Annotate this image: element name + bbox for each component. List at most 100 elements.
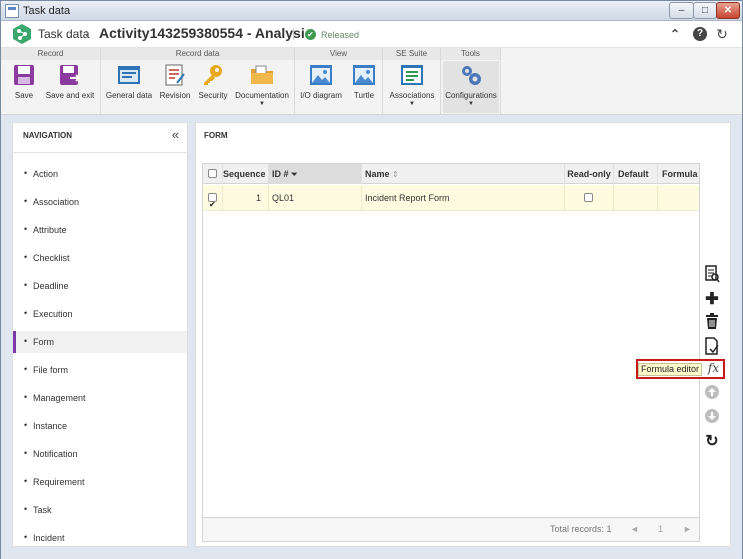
next-page-icon[interactable]: ► [683, 524, 692, 534]
save-icon [14, 65, 34, 85]
nav-item-file-form[interactable]: • File form [13, 359, 187, 381]
revision-icon [165, 64, 185, 86]
nav-item-attribute[interactable]: • Attribute [13, 219, 187, 241]
save-and-exit-button[interactable]: Save and exit [45, 63, 95, 100]
close-button[interactable]: ✕ [716, 2, 740, 19]
general-data-button[interactable]: General data [105, 63, 153, 100]
nav-item-deadline[interactable]: • Deadline [13, 275, 187, 297]
page-number: 1 [658, 524, 664, 534]
formula-editor-icon[interactable]: fx [704, 361, 723, 377]
dropdown-arrow-icon: ▼ [409, 101, 415, 107]
nav-item-incident[interactable]: • Incident [13, 527, 187, 549]
formula-editor-highlight: Formula editor fx [636, 359, 725, 379]
move-down-button[interactable] [701, 408, 723, 428]
grid-footer: Total records: 1 ◄ 1 ► [203, 517, 699, 541]
application-window: Task data – □ ✕ Task data › Activity1432… [0, 0, 743, 559]
io-diagram-icon [310, 65, 332, 85]
column-default[interactable]: Default [614, 164, 658, 184]
nav-item-execution[interactable]: • Execution [13, 303, 187, 325]
page-title: Activity143259380554 - Analysis [99, 25, 313, 41]
breadcrumb-separator-icon: › [85, 25, 90, 40]
cell-default [614, 185, 658, 211]
total-records: Total records: 1 [550, 524, 612, 534]
collapse-header-icon[interactable]: ⌃ [668, 27, 682, 41]
io-diagram-button[interactable]: I/O diagram [299, 63, 343, 100]
nav-item-task[interactable]: • Task [13, 499, 187, 521]
sort-icon: ⇕ [392, 170, 399, 179]
turtle-button[interactable]: Turtle [349, 63, 379, 100]
cell-name: Incident Report Form [362, 185, 565, 211]
dropdown-arrow-icon: ▼ [468, 101, 474, 107]
page-header: Task data › Activity143259380554 - Analy… [1, 21, 742, 48]
status-badge: Released [321, 30, 360, 40]
cell-id: QL01 [269, 185, 362, 211]
form-panel-title: FORM [204, 131, 228, 140]
edit-record-icon [705, 337, 719, 355]
previous-page-icon[interactable]: ◄ [630, 524, 639, 534]
column-sequence[interactable]: Sequence [223, 164, 269, 184]
ribbon-group-view: View I/O diagram Turtle [295, 48, 383, 115]
grid-header: Sequence ID # ⏷ Name ⇕ Read-only Default… [203, 164, 699, 184]
row-select-cell [203, 185, 223, 218]
refresh-grid-icon: ↻ [705, 433, 719, 450]
nav-item-instance[interactable]: • Instance [13, 415, 187, 437]
column-read-only[interactable]: Read-only [565, 164, 614, 184]
refresh-grid-button[interactable]: ↻ [701, 431, 723, 451]
associations-icon [401, 65, 423, 85]
ribbon-group-title: SE Suite [383, 48, 440, 60]
select-all-checkbox[interactable] [208, 169, 217, 178]
released-status-icon: ✔ [305, 29, 316, 40]
delete-button[interactable] [701, 313, 723, 333]
breadcrumb-task-data[interactable]: Task data [38, 27, 89, 41]
app-icon [5, 4, 19, 18]
row-select-checkbox[interactable] [208, 192, 217, 218]
minimize-button[interactable]: – [669, 2, 694, 19]
collapse-navigation-icon[interactable]: « [172, 127, 179, 142]
table-row[interactable]: 1 QL01 Incident Report Form [203, 185, 699, 218]
associations-button[interactable]: Associations ▼ [387, 63, 437, 108]
ribbon-group-title: Record data [101, 48, 294, 60]
cell-read-only [565, 185, 614, 211]
move-up-button[interactable] [701, 384, 723, 404]
help-icon[interactable]: ? [693, 27, 707, 41]
key-icon [204, 65, 222, 85]
nav-item-form[interactable]: • Form [13, 331, 187, 353]
nav-item-action[interactable]: • Action [13, 163, 187, 185]
sort-descending-icon: ⏷ [291, 170, 298, 179]
navigation-title: NAVIGATION [23, 131, 73, 140]
ribbon-group-title: Record [1, 48, 100, 60]
nav-item-management[interactable]: • Management [13, 387, 187, 409]
edit-record-button[interactable] [701, 337, 723, 357]
delete-icon [706, 313, 718, 329]
turtle-diagram-icon [353, 65, 375, 85]
nav-item-notification[interactable]: • Notification [13, 443, 187, 465]
navigation-panel: NAVIGATION « • Action • Association • Attri… [12, 122, 188, 547]
column-formula[interactable]: Formula [658, 164, 699, 184]
add-icon: ✚ [705, 291, 719, 308]
column-name[interactable]: Name ⇕ [362, 164, 565, 184]
nav-item-requirement[interactable]: • Requirement [13, 471, 187, 493]
ribbon-group-record-data: Record data General data Revision Securi… [101, 48, 295, 115]
move-down-icon [705, 409, 719, 423]
security-button[interactable]: Security [197, 63, 229, 100]
read-only-checkbox[interactable] [584, 193, 593, 202]
documentation-folder-icon [251, 65, 273, 84]
save-button[interactable]: Save [9, 63, 39, 100]
configurations-button[interactable]: Configurations ▼ [443, 61, 499, 113]
revision-button[interactable]: Revision [157, 63, 193, 100]
maximize-button[interactable]: □ [693, 2, 717, 19]
window-title: Task data [23, 5, 71, 17]
documentation-button[interactable]: Documentation ▼ [233, 63, 291, 108]
refresh-icon[interactable]: ↻ [715, 27, 729, 41]
ribbon-group-title: View [295, 48, 382, 60]
nav-item-association[interactable]: • Association [13, 191, 187, 213]
column-id[interactable]: ID # ⏷ [269, 164, 362, 184]
header-divider [293, 28, 294, 40]
gears-icon [462, 66, 481, 85]
add-button[interactable]: ✚ [701, 289, 723, 309]
cell-sequence: 1 [223, 185, 269, 211]
general-data-icon [118, 66, 140, 84]
move-up-icon [705, 385, 719, 399]
view-record-button[interactable] [701, 265, 723, 285]
nav-item-checklist[interactable]: • Checklist [13, 247, 187, 269]
